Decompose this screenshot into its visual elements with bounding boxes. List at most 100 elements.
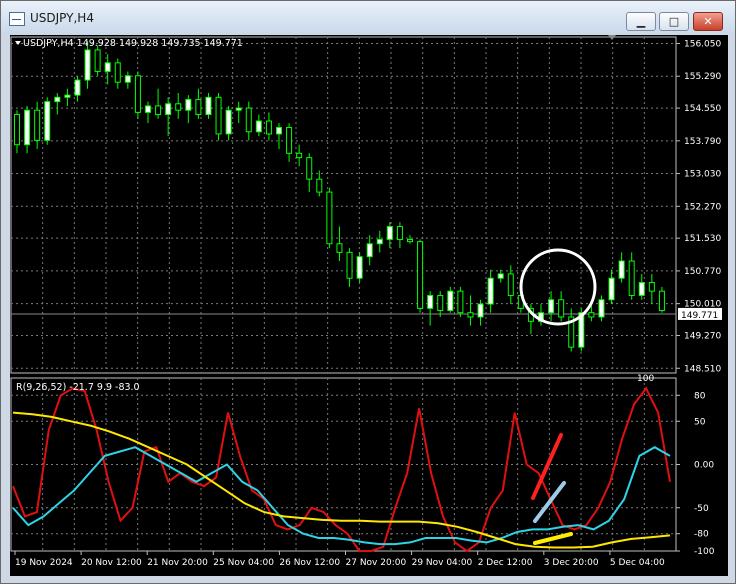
candle-body (84, 49, 91, 81)
window-title: USDJPY,H4 (30, 11, 94, 25)
price-tick-label: 152.270 (684, 202, 721, 212)
candle-body (548, 299, 555, 314)
price-tick-label: 154.550 (684, 104, 721, 114)
info-collapse-icon (15, 41, 21, 45)
annotations (519, 248, 597, 545)
indicator-lines (12, 386, 671, 553)
candle-body (477, 303, 484, 318)
indicator-line-yellow (12, 411, 671, 549)
time-tick-label: 19 Nov 2024 (15, 558, 73, 568)
candle-body (628, 260, 635, 296)
candle-body (34, 109, 41, 141)
candle-body (417, 241, 424, 309)
price-tick-label: 155.290 (684, 72, 721, 82)
candle-body (427, 294, 434, 309)
indicator-tick-label: -80 (694, 530, 709, 540)
candle-body (648, 282, 655, 292)
maximize-button[interactable]: □ (659, 12, 689, 31)
candle-body (54, 96, 61, 103)
candle-body (245, 107, 252, 133)
time-tick-label: 2 Dec 12:00 (478, 558, 533, 568)
candle-body (255, 120, 262, 133)
time-tick-label: 5 Dec 04:00 (610, 558, 665, 568)
candle-body (336, 243, 343, 253)
price-tick-label: 149.270 (684, 332, 721, 342)
candle-body (24, 109, 31, 146)
candle-body (276, 126, 282, 135)
candle-body (64, 94, 71, 98)
axes: 156.050 155.290 154.550 153.790 153.030 152.2… (14, 35, 722, 568)
close-button[interactable]: ✕ (693, 12, 723, 31)
candle-body (376, 238, 383, 245)
candle-body (94, 49, 101, 72)
minimize-button[interactable]: ▁ (626, 12, 656, 31)
candle-body (155, 105, 162, 116)
candle-body (286, 126, 293, 154)
price-chart-svg: 156.050 155.290 154.550 153.790 153.030 152.2… (10, 35, 722, 568)
candle-body (407, 238, 413, 243)
candle-body (165, 103, 172, 116)
time-tick-label: 21 Nov 20:00 (147, 558, 208, 568)
price-tick-label: 156.050 (684, 39, 721, 49)
candle-body (497, 273, 504, 279)
candle-body (124, 75, 131, 83)
candle-body (44, 101, 51, 141)
time-tick-label: 3 Dec 20:00 (544, 558, 599, 568)
chart-window: USDJPY,H4 ▁ □ ✕ 156.050 155.290 154.550 153… (0, 0, 736, 584)
candle-body (316, 178, 323, 193)
candle-body (396, 226, 403, 240)
indicator-tick-label: -100 (694, 547, 715, 557)
price-tick-label: 153.790 (684, 137, 721, 147)
title-bar[interactable]: USDJPY,H4 ▁ □ ✕ (1, 1, 735, 35)
candle-body (386, 226, 393, 240)
candle-body (658, 290, 665, 312)
candle-body (618, 260, 625, 279)
indicator-tick-label: 50 (694, 417, 706, 427)
candle-body (74, 79, 81, 96)
candle-body (447, 290, 454, 312)
time-tick-label: 26 Nov 12:00 (279, 558, 340, 568)
candle-body (437, 294, 444, 312)
candle-body (487, 277, 494, 305)
candle-body (356, 256, 363, 279)
price-tick-label: 150.770 (684, 267, 721, 277)
candle-body (225, 109, 232, 135)
candle-body (265, 120, 272, 135)
candle-body (608, 277, 615, 301)
price-panel-frame (10, 36, 677, 374)
candle-body (114, 62, 121, 83)
candle-body (366, 243, 373, 258)
candle-body (558, 299, 565, 318)
indicator-info-label: R(9,26,52) -21.7 9.9 -83.0 (16, 382, 140, 393)
indicator-tick-label: 80 (694, 391, 706, 401)
current-price-label: 149.771 (681, 311, 718, 321)
annotation-circle (519, 248, 597, 326)
price-tick-label: 148.510 (684, 364, 721, 374)
annotation-yellow-stroke (533, 532, 573, 545)
candle-body (457, 290, 464, 314)
candle-body (507, 273, 514, 296)
indicator-tick-label: 0.00 (694, 461, 714, 471)
time-tick-label: 27 Nov 20:00 (346, 558, 407, 568)
indicator-top-value: 100 (637, 374, 654, 384)
candle-body (205, 96, 212, 116)
chart-app-icon (9, 12, 25, 26)
candle-body (306, 157, 313, 180)
candle-body (104, 62, 111, 72)
candle-body (296, 152, 303, 159)
chart-area[interactable]: 156.050 155.290 154.550 153.790 153.030 152.2… (10, 35, 728, 576)
candle-body (215, 96, 222, 135)
candle-body (326, 191, 333, 245)
indicator-tick-label: -50 (694, 504, 709, 514)
candle-body (588, 312, 595, 318)
candle-body (185, 98, 192, 111)
time-tick-label: 25 Nov 04:00 (213, 558, 274, 568)
price-info-label: USDJPY,H4 149.928 149.928 149.735 149.77… (23, 38, 243, 49)
candle-body (235, 107, 242, 111)
candle-body (638, 282, 645, 296)
price-tick-label: 151.530 (684, 234, 721, 244)
annotation-red-stroke (531, 433, 563, 500)
candle-body (145, 105, 151, 113)
candle-body (195, 98, 202, 116)
time-tick-label: 20 Nov 12:00 (81, 558, 142, 568)
